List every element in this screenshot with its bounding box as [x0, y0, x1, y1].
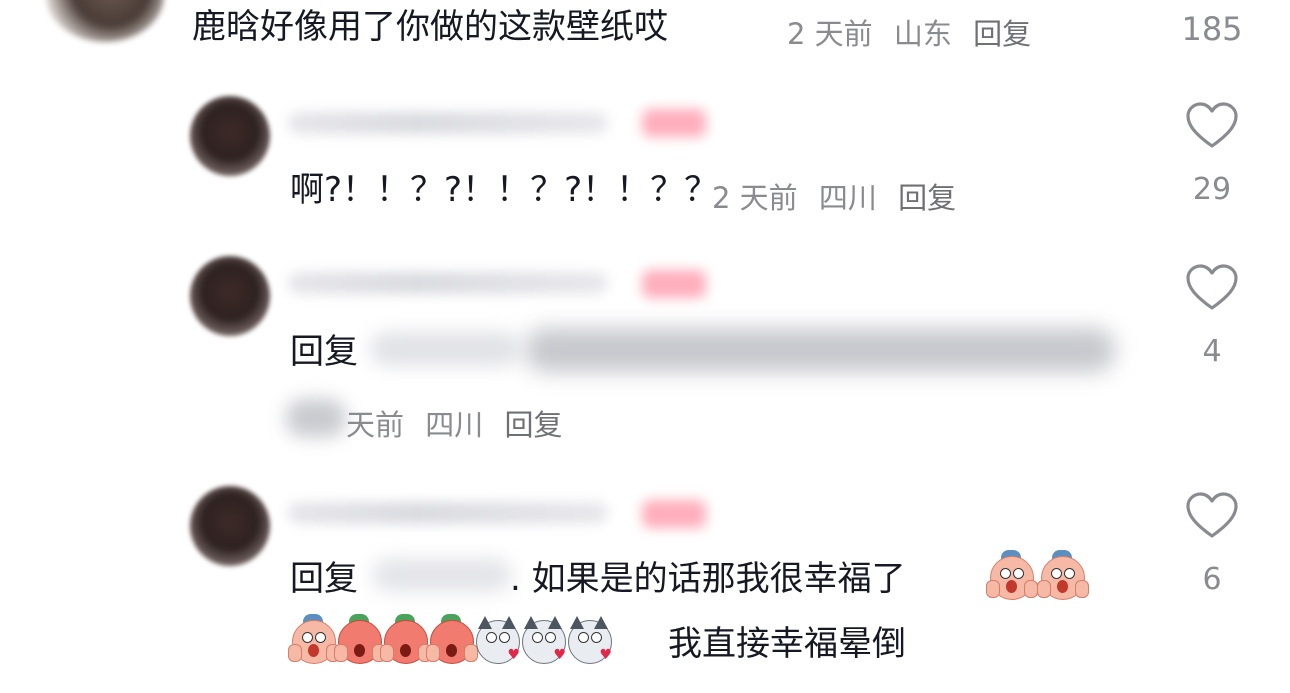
reply-meta: 2 天前 四川 回复	[712, 175, 968, 217]
reply-text-continued: 我直接幸福晕倒	[668, 624, 906, 664]
comment-time: 2 天前	[787, 17, 873, 51]
angry-face-emoji	[334, 614, 386, 664]
like-count: 6	[1202, 562, 1222, 597]
author-badge-redacted	[642, 500, 706, 528]
author-badge-redacted	[642, 109, 706, 137]
mention-redacted[interactable]	[372, 558, 512, 592]
avatar[interactable]	[190, 256, 270, 336]
like-count: 185	[1181, 10, 1243, 48]
reply-button[interactable]: 回复	[504, 408, 562, 442]
comment-meta: 2 天前 山东 回复	[787, 11, 1043, 53]
like-count: 4	[1202, 334, 1222, 369]
scream-face-emoji	[288, 614, 340, 664]
scream-face-emoji	[986, 550, 1038, 600]
comment-text: 鹿晗好像用了你做的这款壁纸哎	[192, 7, 668, 47]
heart-outline-icon[interactable]	[1185, 263, 1239, 313]
reply-time: 2 天前	[712, 181, 798, 215]
username-redacted[interactable]	[288, 502, 608, 524]
husky-love-emoji: ♥	[566, 614, 612, 664]
avatar[interactable]	[190, 96, 270, 176]
time-redacted	[286, 399, 346, 437]
reply-text: . 如果是的话那我很幸福了	[510, 559, 906, 599]
emoji-row	[986, 550, 1090, 600]
angry-face-emoji	[380, 614, 432, 664]
author-badge-redacted	[642, 270, 706, 298]
reply-location: 四川	[425, 408, 484, 442]
like-count: 29	[1192, 172, 1232, 207]
reply-location: 四川	[818, 181, 877, 215]
username-redacted[interactable]	[288, 112, 608, 134]
reply-time: 天前	[346, 408, 405, 442]
reply-prefix: 回复	[290, 332, 358, 372]
username-redacted[interactable]	[288, 272, 608, 294]
reply-prefix: 回复	[290, 559, 358, 599]
angry-face-emoji	[426, 614, 478, 664]
comment-location: 山东	[893, 17, 952, 51]
reply-meta: 天前 四川 回复	[346, 402, 574, 444]
husky-love-emoji: ♥	[520, 614, 566, 664]
reply-button[interactable]: 回复	[898, 181, 956, 215]
scream-face-emoji	[1037, 550, 1090, 600]
avatar[interactable]	[46, 0, 164, 42]
reply-text: 啊?！！？?！！？?！！？？	[290, 170, 719, 210]
heart-outline-icon[interactable]	[1185, 491, 1239, 541]
avatar[interactable]	[190, 486, 270, 566]
emoji-row: ♥ ♥ ♥	[288, 614, 612, 664]
heart-outline-icon[interactable]	[1185, 101, 1239, 151]
reply-button[interactable]: 回复	[973, 17, 1031, 51]
reply-text-redacted	[525, 328, 1115, 372]
husky-love-emoji: ♥	[474, 614, 520, 664]
mention-redacted[interactable]	[370, 332, 520, 366]
